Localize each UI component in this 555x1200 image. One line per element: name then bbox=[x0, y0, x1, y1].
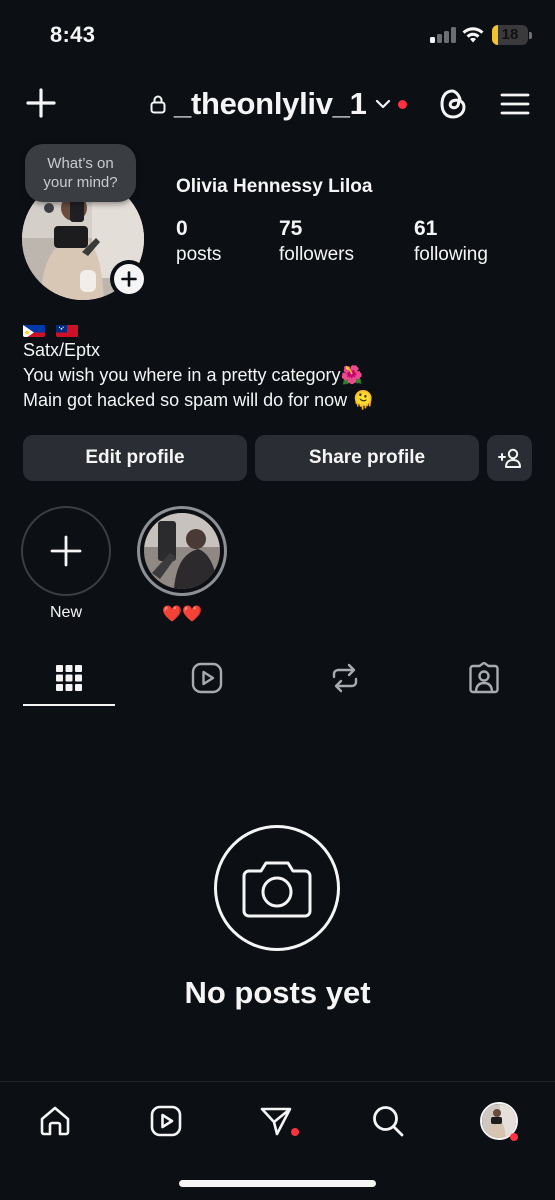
account-switcher[interactable]: _theonlyliv_1 bbox=[150, 82, 407, 126]
wifi-icon bbox=[461, 24, 485, 49]
nav-reels[interactable] bbox=[141, 1096, 191, 1146]
profile-screen: 8:43 18 _theonlyliv_1 What’s on your min… bbox=[0, 0, 555, 1200]
username: _theonlyliv_1 bbox=[174, 86, 367, 121]
nav-search[interactable] bbox=[363, 1096, 413, 1146]
followers-count[interactable]: 75 followers bbox=[279, 216, 354, 268]
story-highlight-circle[interactable] bbox=[137, 506, 227, 596]
empty-state-title: No posts yet bbox=[184, 975, 371, 1010]
bio-flags bbox=[23, 316, 375, 338]
stat-value: 0 bbox=[176, 217, 188, 240]
following-count[interactable]: 61 following bbox=[414, 216, 488, 268]
menu-icon[interactable] bbox=[496, 86, 534, 122]
stat-label: posts bbox=[176, 244, 222, 265]
bio-text: Main got hacked so spam will do for now bbox=[23, 390, 348, 410]
tab-grid[interactable] bbox=[24, 656, 114, 700]
discover-people-button[interactable] bbox=[487, 435, 532, 481]
active-tab-indicator bbox=[23, 704, 115, 706]
stat-value: 75 bbox=[279, 217, 303, 240]
bio-line: Satx/Eptx bbox=[23, 340, 101, 360]
home-icon bbox=[40, 1106, 70, 1136]
plus-icon[interactable] bbox=[22, 84, 60, 122]
share-profile-button[interactable]: Share profile bbox=[255, 435, 479, 481]
bio-text: You wish you where in a pretty category bbox=[23, 365, 341, 385]
full-name: Olivia Hennessy Liloa bbox=[176, 176, 373, 197]
add-story-button[interactable] bbox=[110, 260, 148, 298]
note-placeholder-line1: What’s on bbox=[47, 155, 114, 172]
tab-tagged[interactable] bbox=[439, 656, 529, 700]
stat-label: followers bbox=[279, 244, 354, 265]
cellular-signal-icon bbox=[430, 27, 456, 43]
grid-icon bbox=[56, 665, 82, 691]
battery-level: 18 bbox=[501, 26, 519, 43]
tab-reels[interactable] bbox=[162, 656, 252, 700]
philippines-flag bbox=[23, 322, 45, 337]
nav-profile[interactable] bbox=[474, 1096, 524, 1146]
note-placeholder-line2: your mind? bbox=[43, 174, 118, 191]
chevron-down-icon bbox=[375, 98, 391, 110]
highlight-label: New bbox=[49, 604, 82, 621]
nav-direct-messages[interactable] bbox=[251, 1096, 301, 1146]
story-highlight[interactable]: ❤️❤️ bbox=[136, 506, 228, 624]
empty-state-circle bbox=[214, 825, 340, 951]
samoa-flag bbox=[56, 322, 79, 337]
threads-icon[interactable] bbox=[434, 84, 472, 124]
posts-count: 0 posts bbox=[176, 216, 221, 268]
home-indicator bbox=[179, 1180, 376, 1187]
plus-icon bbox=[50, 535, 82, 567]
status-bar: 8:43 18 bbox=[0, 0, 555, 68]
hibiscus-emoji: 🌺 bbox=[340, 365, 363, 385]
note-bubble-tail bbox=[44, 203, 54, 213]
tab-reposts[interactable] bbox=[300, 656, 390, 700]
battery-icon: 18 bbox=[492, 25, 528, 45]
reposts-icon bbox=[332, 663, 358, 693]
camera-icon bbox=[242, 861, 312, 918]
direct-messages-icon bbox=[260, 1107, 292, 1136]
notification-dot bbox=[510, 1133, 518, 1141]
lock-icon bbox=[150, 94, 166, 114]
note-bubble[interactable]: What’s on your mind? bbox=[25, 144, 136, 202]
tagged-icon bbox=[469, 662, 499, 694]
reels-icon bbox=[150, 1105, 182, 1137]
bio-line: You wish you where in a pretty category🌺 bbox=[23, 363, 375, 388]
status-time: 8:43 bbox=[50, 22, 96, 47]
add-person-icon bbox=[497, 447, 523, 469]
stat-label: following bbox=[414, 244, 488, 265]
stat-value: 61 bbox=[414, 217, 438, 240]
melting-face-emoji: 🫠 bbox=[352, 390, 375, 410]
new-highlight[interactable]: New bbox=[20, 506, 112, 622]
highlight-cover bbox=[144, 513, 220, 589]
notification-dot bbox=[291, 1128, 299, 1136]
bio-line: Main got hacked so spam will do for now … bbox=[23, 388, 375, 413]
nav-home[interactable] bbox=[30, 1096, 80, 1146]
plus-icon bbox=[114, 264, 144, 294]
edit-profile-button[interactable]: Edit profile bbox=[23, 435, 247, 481]
reels-icon bbox=[191, 662, 223, 694]
search-icon bbox=[373, 1106, 404, 1137]
profile-header: _theonlyliv_1 bbox=[0, 78, 555, 130]
new-highlight-circle[interactable] bbox=[21, 506, 111, 596]
notification-dot bbox=[397, 99, 407, 109]
highlight-label: ❤️❤️ bbox=[162, 606, 202, 623]
bio: Satx/Eptx You wish you where in a pretty… bbox=[23, 316, 375, 413]
